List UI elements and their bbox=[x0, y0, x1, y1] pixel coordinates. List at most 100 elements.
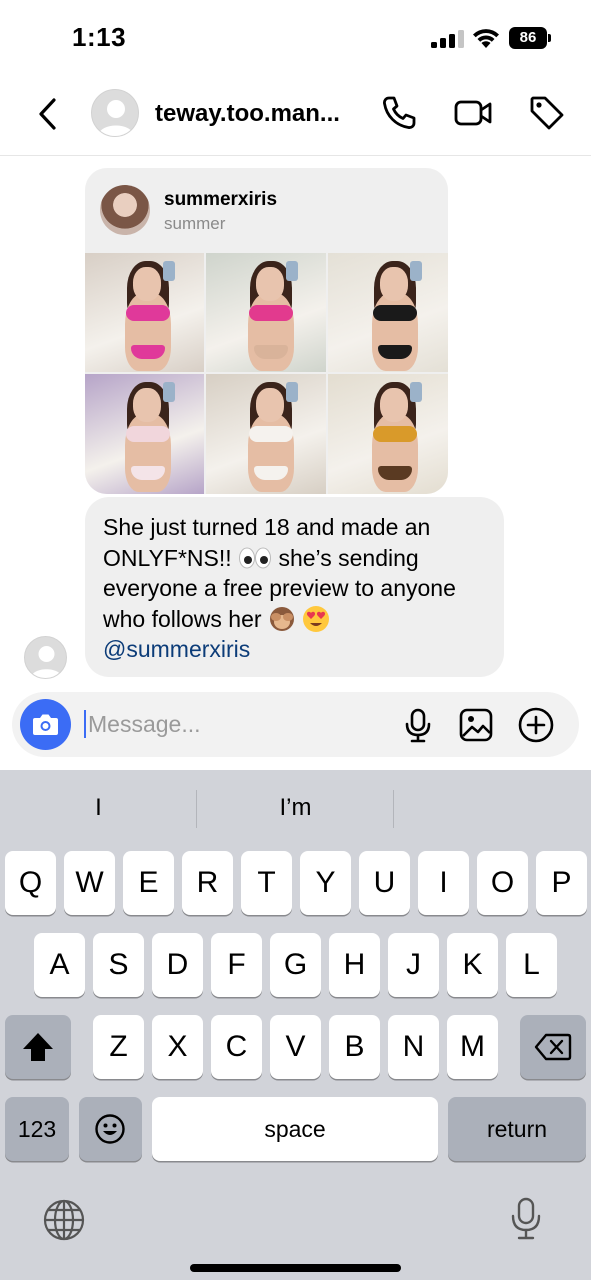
message-input[interactable] bbox=[88, 705, 388, 743]
default-avatar-icon bbox=[98, 100, 134, 136]
suggestion-bar: I I’m bbox=[0, 770, 591, 848]
dictation-icon[interactable] bbox=[508, 1196, 544, 1242]
key-r[interactable]: R bbox=[182, 851, 233, 915]
photo-head-shape bbox=[256, 388, 284, 422]
video-icon[interactable] bbox=[453, 94, 493, 132]
message-composer bbox=[12, 692, 579, 757]
key-q[interactable]: Q bbox=[5, 851, 56, 915]
image-icon[interactable] bbox=[457, 706, 495, 744]
battery-tip bbox=[548, 34, 551, 42]
key-x[interactable]: X bbox=[152, 1015, 203, 1079]
photo-head-shape bbox=[133, 267, 161, 301]
status-time: 1:13 bbox=[72, 22, 127, 52]
delete-key[interactable] bbox=[520, 1015, 586, 1079]
key-s[interactable]: S bbox=[93, 933, 144, 997]
key-g[interactable]: G bbox=[270, 933, 321, 997]
sender-avatar[interactable] bbox=[24, 636, 67, 679]
post-photo[interactable] bbox=[85, 253, 204, 372]
photo-top-shape bbox=[373, 305, 417, 321]
numbers-key[interactable]: 123 bbox=[5, 1097, 69, 1161]
key-u[interactable]: U bbox=[359, 851, 410, 915]
key-y[interactable]: Y bbox=[300, 851, 351, 915]
message-text: ONLYF*NS!! bbox=[103, 544, 232, 571]
contact-avatar[interactable] bbox=[91, 89, 139, 137]
photo-head-shape bbox=[133, 388, 161, 422]
post-photo[interactable] bbox=[206, 253, 326, 372]
home-indicator[interactable] bbox=[190, 1264, 401, 1272]
signal-icon bbox=[431, 30, 464, 48]
message-line: She just turned 18 and made an bbox=[103, 514, 431, 540]
shift-icon bbox=[23, 1033, 53, 1061]
back-icon[interactable] bbox=[30, 94, 66, 134]
key-f[interactable]: F bbox=[211, 933, 262, 997]
post-header[interactable]: summerxiris summer bbox=[85, 168, 448, 252]
mic-icon[interactable] bbox=[399, 706, 437, 744]
photo-bottom-shape bbox=[254, 466, 288, 480]
mention-link[interactable]: @summerxiris bbox=[103, 634, 486, 665]
photo-phone-shape bbox=[163, 382, 175, 402]
phone-icon[interactable] bbox=[380, 94, 418, 132]
shared-post-card[interactable]: summerxiris summer bbox=[85, 168, 448, 494]
key-t[interactable]: T bbox=[241, 851, 292, 915]
plus-icon[interactable] bbox=[517, 706, 555, 744]
camera-button[interactable] bbox=[20, 699, 71, 750]
globe-icon[interactable] bbox=[42, 1198, 86, 1242]
key-p[interactable]: P bbox=[536, 851, 587, 915]
key-w[interactable]: W bbox=[64, 851, 115, 915]
photo-phone-shape bbox=[163, 261, 175, 281]
key-d[interactable]: D bbox=[152, 933, 203, 997]
photo-bottom-shape bbox=[378, 345, 412, 359]
post-photo[interactable] bbox=[206, 374, 326, 494]
key-j[interactable]: J bbox=[388, 933, 439, 997]
photo-top-shape bbox=[126, 426, 170, 442]
post-display-name: summer bbox=[164, 214, 226, 233]
photo-phone-shape bbox=[410, 261, 422, 281]
message-line: everyone a free preview to anyone bbox=[103, 575, 456, 601]
text-cursor bbox=[84, 710, 86, 738]
key-b[interactable]: B bbox=[329, 1015, 380, 1079]
key-l[interactable]: L bbox=[506, 933, 557, 997]
emoji-icon bbox=[95, 1114, 125, 1144]
delete-icon bbox=[534, 1033, 572, 1061]
key-v[interactable]: V bbox=[270, 1015, 321, 1079]
post-photo[interactable] bbox=[85, 374, 204, 494]
chat-header: teway.too.man... bbox=[0, 78, 591, 156]
see-no-evil-monkey-emoji-icon bbox=[268, 605, 296, 633]
key-n[interactable]: N bbox=[388, 1015, 439, 1079]
key-k[interactable]: K bbox=[447, 933, 498, 997]
key-e[interactable]: E bbox=[123, 851, 174, 915]
contact-name[interactable]: teway.too.man... bbox=[155, 100, 340, 128]
tag-icon[interactable] bbox=[528, 94, 566, 132]
key-i[interactable]: I bbox=[418, 851, 469, 915]
post-photo-grid[interactable] bbox=[85, 253, 448, 494]
key-a[interactable]: A bbox=[34, 933, 85, 997]
photo-phone-shape bbox=[286, 382, 298, 402]
photo-phone-shape bbox=[410, 382, 422, 402]
suggestion-divider bbox=[393, 790, 394, 828]
key-m[interactable]: M bbox=[447, 1015, 498, 1079]
message-bubble[interactable]: She just turned 18 and made an ONLYF*NS!… bbox=[85, 497, 504, 677]
key-h[interactable]: H bbox=[329, 933, 380, 997]
post-author-avatar[interactable] bbox=[100, 185, 150, 235]
key-c[interactable]: C bbox=[211, 1015, 262, 1079]
post-photo[interactable] bbox=[328, 374, 448, 494]
eyes-emoji-icon bbox=[238, 546, 272, 570]
space-key[interactable]: space bbox=[152, 1097, 438, 1161]
photo-head-shape bbox=[380, 388, 408, 422]
photo-top-shape bbox=[249, 426, 293, 442]
photo-head-shape bbox=[256, 267, 284, 301]
key-o[interactable]: O bbox=[477, 851, 528, 915]
photo-bottom-shape bbox=[378, 466, 412, 480]
message-text: she’s sending bbox=[278, 544, 419, 571]
shift-key[interactable] bbox=[5, 1015, 71, 1079]
emoji-key[interactable] bbox=[79, 1097, 142, 1161]
key-z[interactable]: Z bbox=[93, 1015, 144, 1079]
suggestion-1[interactable]: I bbox=[0, 794, 197, 822]
photo-bottom-shape bbox=[131, 466, 165, 480]
post-username[interactable]: summerxiris bbox=[164, 189, 277, 211]
suggestion-2[interactable]: I’m bbox=[197, 794, 394, 822]
camera-icon bbox=[33, 714, 58, 735]
default-avatar-icon bbox=[30, 646, 63, 678]
post-photo[interactable] bbox=[328, 253, 448, 372]
return-key[interactable]: return bbox=[448, 1097, 586, 1161]
